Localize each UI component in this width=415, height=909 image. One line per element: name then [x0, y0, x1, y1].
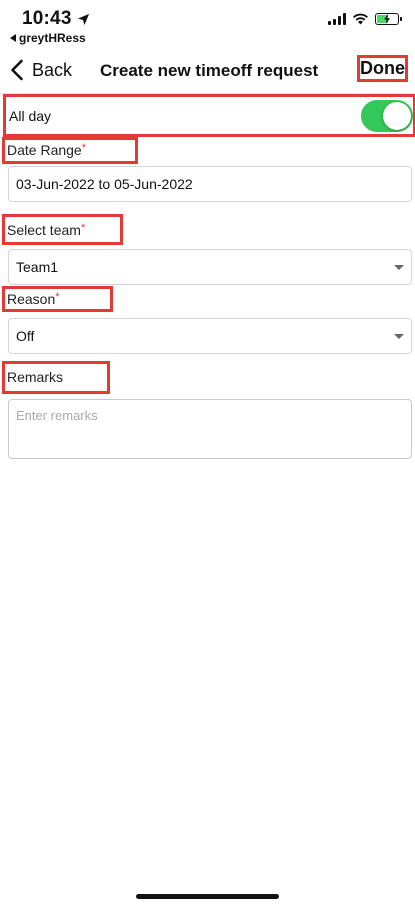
remarks-label: Remarks [2, 361, 110, 394]
wifi-icon [353, 13, 368, 25]
team-select[interactable]: Team1 [8, 249, 412, 285]
back-button[interactable]: Back [10, 59, 72, 81]
location-arrow-icon [77, 13, 89, 25]
status-bar: 10:43 greytHRess [0, 0, 415, 50]
remarks-placeholder: Enter remarks [16, 408, 98, 423]
status-time: 10:43 [22, 8, 90, 30]
all-day-row: All day [3, 94, 415, 137]
all-day-label: All day [9, 108, 52, 124]
reason-required-mark: * [55, 291, 60, 303]
done-button[interactable]: Done [357, 55, 408, 82]
status-icons [328, 13, 402, 25]
charging-bolt-icon [384, 14, 390, 24]
date-range-required-mark: * [81, 142, 86, 154]
home-indicator[interactable] [136, 894, 279, 899]
date-range-input[interactable]: 03-Jun-2022 to 05-Jun-2022 [8, 166, 412, 202]
reason-label-text: Reason [7, 291, 56, 307]
all-day-toggle[interactable] [361, 100, 413, 132]
chevron-left-icon [11, 59, 23, 81]
remarks-label-text: Remarks [7, 369, 64, 385]
back-to-app-label: greytHRess [19, 31, 86, 45]
select-team-label: Select team* [2, 214, 123, 245]
toggle-knob [383, 102, 411, 130]
battery-icon [375, 13, 402, 25]
date-range-value: 03-Jun-2022 to 05-Jun-2022 [16, 176, 193, 192]
remarks-field[interactable]: Enter remarks [8, 399, 412, 459]
dropdown-caret-icon [394, 265, 404, 270]
status-time-text: 10:43 [22, 8, 72, 29]
back-to-app-link[interactable]: greytHRess [10, 31, 86, 45]
cellular-signal-icon [328, 13, 346, 25]
select-team-label-text: Select team [7, 222, 81, 238]
date-range-label: Date Range* [2, 137, 138, 164]
reason-select-value: Off [16, 328, 35, 344]
screen: 10:43 greytHRess Back Create new timeoff… [0, 0, 415, 909]
select-team-required-mark: * [80, 222, 86, 234]
back-button-label: Back [32, 59, 73, 80]
back-triangle-icon [10, 34, 16, 42]
navigation-bar: Back Create new timeoff request Done [0, 50, 415, 94]
page-title: Create new timeoff request [100, 61, 319, 80]
date-range-label-text: Date Range [7, 142, 82, 158]
dropdown-caret-icon [394, 334, 404, 339]
team-select-value: Team1 [16, 259, 59, 275]
reason-select[interactable]: Off [8, 318, 412, 354]
reason-label: Reason* [2, 286, 113, 312]
